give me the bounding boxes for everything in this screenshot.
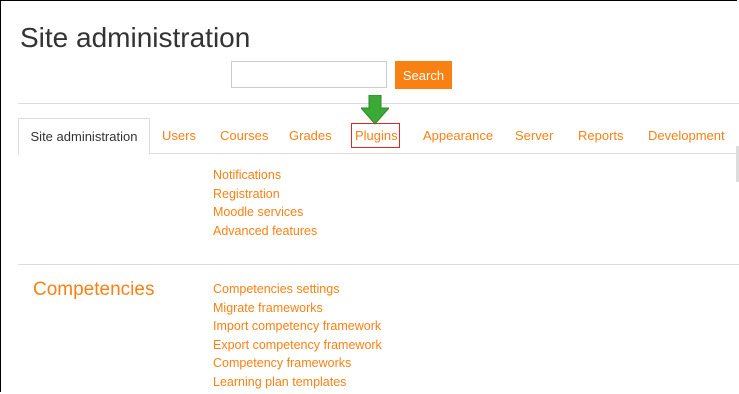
link-competency-frameworks[interactable]: Competency frameworks — [213, 354, 382, 373]
tab-grades[interactable]: Grades — [289, 118, 332, 154]
search-input[interactable] — [231, 61, 387, 88]
competencies-heading[interactable]: Competencies — [33, 279, 154, 301]
link-competencies-settings[interactable]: Competencies settings — [213, 280, 382, 299]
link-export-competency-framework[interactable]: Export competency framework — [213, 336, 382, 355]
tab-courses[interactable]: Courses — [220, 118, 268, 154]
search-button[interactable]: Search — [395, 61, 452, 89]
link-migrate-frameworks[interactable]: Migrate frameworks — [213, 299, 382, 318]
tab-development[interactable]: Development — [648, 118, 725, 154]
tab-users[interactable]: Users — [162, 118, 196, 154]
link-learning-plan-templates[interactable]: Learning plan templates — [213, 373, 382, 392]
link-import-competency-framework[interactable]: Import competency framework — [213, 317, 382, 336]
tab-server[interactable]: Server — [515, 118, 553, 154]
link-notifications[interactable]: Notifications — [213, 166, 317, 185]
tab-appearance[interactable]: Appearance — [423, 118, 493, 154]
link-advanced-features[interactable]: Advanced features — [213, 222, 317, 241]
down-arrow-icon — [361, 95, 389, 125]
tab-reports[interactable]: Reports — [578, 118, 624, 154]
link-moodle-services[interactable]: Moodle services — [213, 203, 317, 222]
page-title: Site administration — [20, 22, 251, 53]
plugins-highlight-box — [351, 123, 400, 148]
section-divider — [18, 264, 739, 265]
link-registration[interactable]: Registration — [213, 185, 317, 204]
general-links: Notifications Registration Moodle servic… — [213, 166, 317, 240]
competencies-links: Competencies settings Migrate frameworks… — [213, 280, 382, 392]
tab-site-administration[interactable]: Site administration — [18, 118, 150, 155]
